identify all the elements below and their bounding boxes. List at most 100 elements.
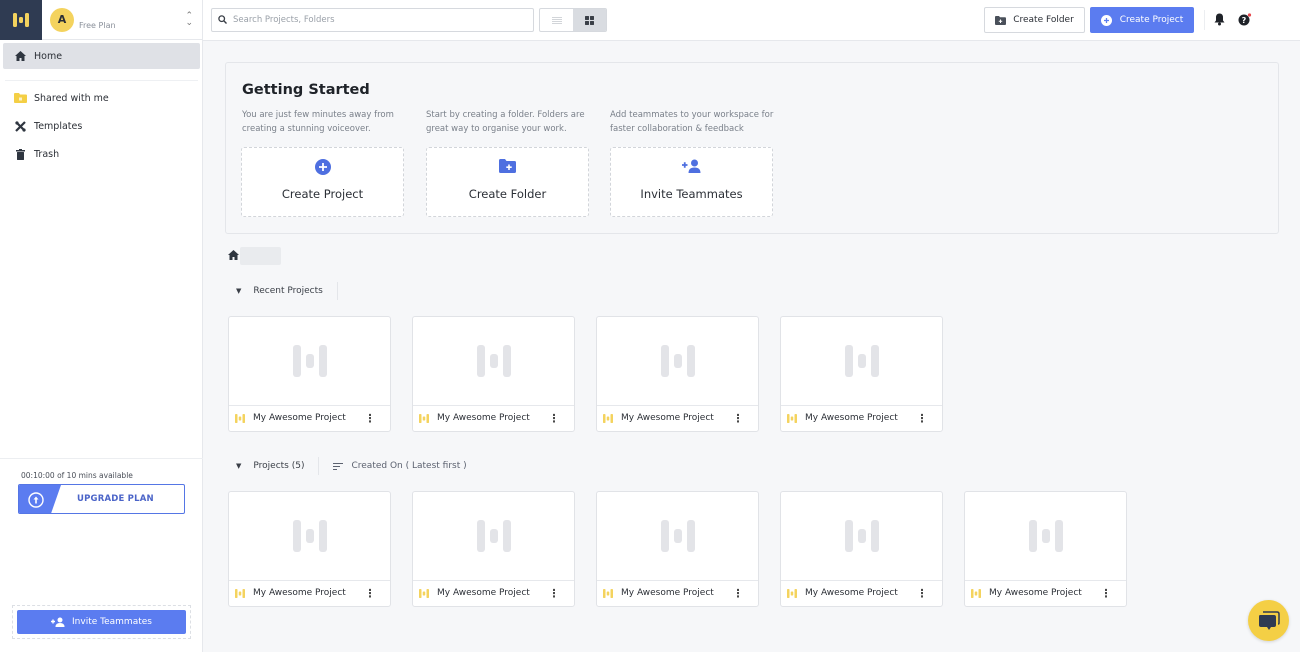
- more-options-icon[interactable]: ⋮: [360, 412, 380, 425]
- projects-header: ▼ Projects (5) Created On ( Latest first…: [236, 457, 467, 475]
- project-footer: My Awesome Project ⋮: [413, 405, 574, 431]
- project-card[interactable]: My Awesome Project ⋮: [596, 316, 759, 432]
- project-card[interactable]: My Awesome Project ⋮: [780, 316, 943, 432]
- project-logo-icon: [787, 588, 797, 598]
- getting-started-title: Getting Started: [242, 82, 370, 98]
- collapse-caret-icon[interactable]: ▼: [236, 287, 241, 295]
- svg-text:?: ?: [1242, 16, 1247, 25]
- project-name: My Awesome Project: [437, 588, 530, 598]
- notification-dot: [1247, 13, 1252, 17]
- more-options-icon[interactable]: ⋮: [912, 412, 932, 425]
- collapse-caret-icon[interactable]: ▼: [236, 462, 241, 470]
- project-name: My Awesome Project: [253, 588, 346, 598]
- chat-icon: [1258, 610, 1280, 630]
- breadcrumb-home-icon[interactable]: [228, 249, 239, 263]
- app-logo[interactable]: [0, 0, 42, 40]
- workspace-switcher[interactable]: A Free Plan ⌃ ⌄: [42, 0, 203, 40]
- project-card[interactable]: My Awesome Project ⋮: [964, 491, 1127, 607]
- create-folder-label: Create Folder: [1013, 15, 1074, 25]
- project-thumbnail: [781, 492, 942, 581]
- project-footer: My Awesome Project ⋮: [413, 580, 574, 606]
- project-name: My Awesome Project: [805, 588, 898, 598]
- sort-dropdown[interactable]: Created On ( Latest first ): [333, 461, 467, 471]
- top-bar: Create Folder Create Project ?: [203, 0, 1300, 41]
- project-thumbnail-icon: [292, 345, 327, 377]
- project-card[interactable]: My Awesome Project ⋮: [412, 491, 575, 607]
- project-thumbnail: [229, 317, 390, 406]
- project-logo-icon: [235, 588, 245, 598]
- recent-projects-header: ▼ Recent Projects: [236, 282, 338, 300]
- project-thumbnail: [965, 492, 1126, 581]
- create-folder-button[interactable]: Create Folder: [984, 7, 1085, 33]
- project-card[interactable]: My Awesome Project ⋮: [228, 491, 391, 607]
- project-thumbnail: [781, 317, 942, 406]
- search-icon: [218, 13, 227, 27]
- sidebar-item-trash[interactable]: Trash: [3, 141, 200, 167]
- project-card[interactable]: My Awesome Project ⋮: [780, 491, 943, 607]
- create-project-card[interactable]: Create Project: [241, 147, 404, 217]
- project-thumbnail-icon: [476, 520, 511, 552]
- add-user-icon: [51, 617, 65, 627]
- divider: [1204, 10, 1205, 30]
- invite-teammates-button[interactable]: Invite Teammates: [17, 610, 186, 634]
- add-user-icon: [611, 159, 772, 173]
- list-icon: [551, 16, 562, 24]
- project-card[interactable]: My Awesome Project ⋮: [228, 316, 391, 432]
- more-options-icon[interactable]: ⋮: [912, 587, 932, 600]
- project-name: My Awesome Project: [805, 413, 898, 423]
- logo-icon: [13, 13, 29, 27]
- view-toggle: [539, 8, 607, 32]
- sidebar-item-label: Shared with me: [34, 92, 109, 104]
- sidebar-item-templates[interactable]: Templates: [3, 113, 200, 139]
- more-options-icon[interactable]: ⋮: [544, 587, 564, 600]
- project-thumbnail: [413, 317, 574, 406]
- usage-text: 00:10:00 of 10 mins available: [21, 471, 133, 480]
- project-logo-icon: [971, 588, 981, 598]
- create-project-label: Create Project: [1119, 15, 1184, 25]
- card-label: Create Folder: [468, 187, 547, 201]
- project-name: My Awesome Project: [621, 413, 714, 423]
- more-options-icon[interactable]: ⋮: [544, 412, 564, 425]
- card-description: Start by creating a folder. Folders are …: [426, 110, 585, 134]
- invite-teammates-card[interactable]: Invite Teammates: [610, 147, 773, 217]
- chat-support-button[interactable]: [1248, 600, 1289, 641]
- search-input[interactable]: [233, 15, 523, 25]
- project-card[interactable]: My Awesome Project ⋮: [596, 491, 759, 607]
- more-options-icon[interactable]: ⋮: [728, 587, 748, 600]
- project-thumbnail-icon: [844, 345, 879, 377]
- projects-title: Projects (5): [253, 461, 305, 471]
- create-project-button[interactable]: Create Project: [1090, 7, 1194, 33]
- grid-view-button[interactable]: [573, 9, 606, 31]
- sidebar-item-home[interactable]: Home: [3, 43, 200, 69]
- divider: [318, 457, 320, 475]
- grid-icon: [585, 15, 594, 25]
- project-footer: My Awesome Project ⋮: [965, 580, 1126, 606]
- project-footer: My Awesome Project ⋮: [229, 580, 390, 606]
- card-label: Create Project: [281, 187, 364, 201]
- more-options-icon[interactable]: ⋮: [360, 587, 380, 600]
- project-name: My Awesome Project: [989, 588, 1082, 598]
- list-view-button[interactable]: [540, 9, 573, 31]
- project-name: My Awesome Project: [253, 413, 346, 423]
- sidebar-item-shared[interactable]: Shared with me: [3, 85, 200, 111]
- sidebar-item-label: Templates: [34, 120, 83, 132]
- trash-icon: [13, 148, 27, 160]
- project-thumbnail: [413, 492, 574, 581]
- project-card[interactable]: My Awesome Project ⋮: [412, 316, 575, 432]
- project-thumbnail-icon: [292, 520, 327, 552]
- project-logo-icon: [419, 413, 429, 423]
- more-options-icon[interactable]: ⋮: [728, 412, 748, 425]
- project-thumbnail-icon: [1028, 520, 1063, 552]
- notifications-bell-icon[interactable]: [1214, 13, 1225, 29]
- project-name: My Awesome Project: [621, 588, 714, 598]
- sort-icon: [333, 462, 344, 470]
- create-folder-card[interactable]: Create Folder: [426, 147, 589, 217]
- project-thumbnail-icon: [476, 345, 511, 377]
- upgrade-plan-button[interactable]: UPGRADE PLAN: [18, 484, 185, 514]
- more-options-icon[interactable]: ⋮: [1096, 587, 1116, 600]
- search-box[interactable]: [211, 8, 534, 32]
- help-icon[interactable]: ?: [1238, 13, 1252, 30]
- project-logo-icon: [603, 413, 613, 423]
- upgrade-accent: [19, 485, 61, 513]
- sort-label: Created On ( Latest first ): [351, 461, 467, 471]
